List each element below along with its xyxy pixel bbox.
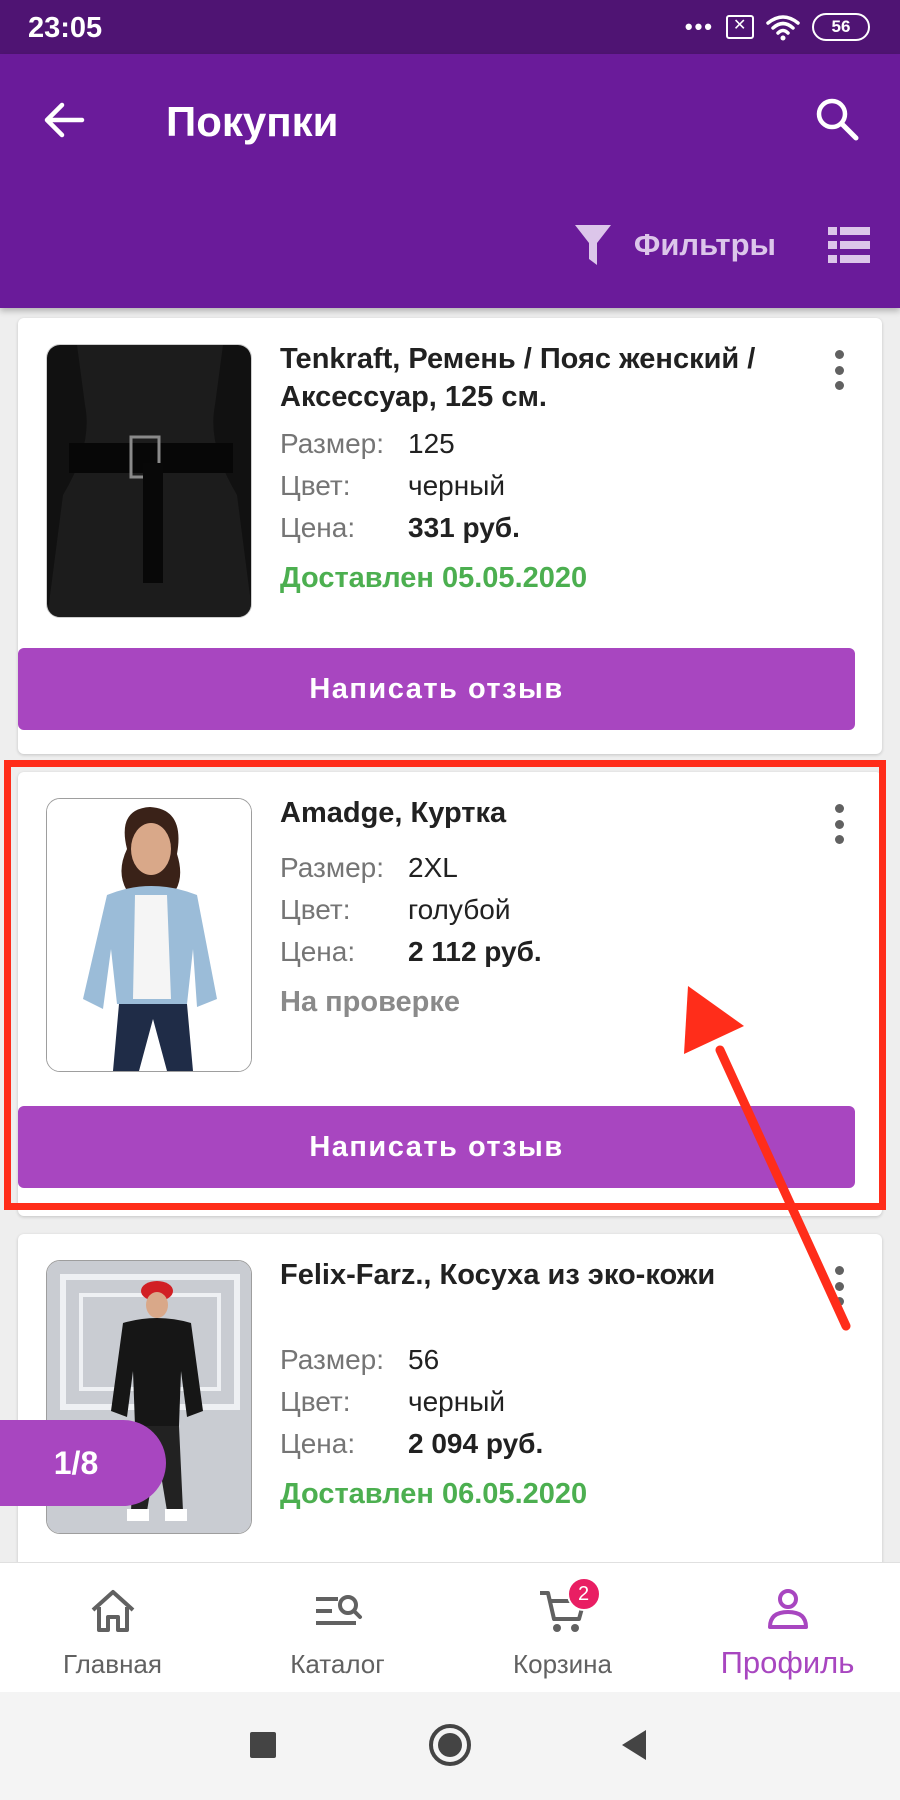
- nav-cart-label: Корзина: [512, 1649, 613, 1679]
- nav-profile[interactable]: Профиль: [675, 1563, 900, 1693]
- annotation-arrow: [684, 986, 851, 1331]
- page-counter: 1/8: [0, 1420, 166, 1506]
- profile-icon: [767, 1589, 808, 1629]
- system-navigation-bar: [0, 1692, 900, 1800]
- recent-apps-icon[interactable]: [240, 1722, 286, 1768]
- home-button-icon[interactable]: [427, 1722, 473, 1768]
- nav-home[interactable]: Главная: [0, 1563, 225, 1693]
- purchases-screen: 23:05 ••• 56 Покупки Фильтры: [0, 0, 900, 1800]
- cart-icon-wrap: 2: [537, 1577, 601, 1637]
- nav-home-label: Главная: [63, 1649, 162, 1679]
- home-icon: [91, 1590, 134, 1632]
- bottom-navigation: Главная Каталог 2 Корзина Профиль: [0, 1562, 900, 1692]
- cart-badge: 2: [566, 1577, 601, 1611]
- back-triangle-icon[interactable]: [612, 1722, 658, 1768]
- nav-catalog-label: Каталог: [290, 1649, 385, 1679]
- nav-cart[interactable]: 2 Корзина: [450, 1563, 675, 1693]
- nav-profile-label: Профиль: [720, 1645, 855, 1680]
- catalog-search-icon: [315, 1595, 362, 1625]
- nav-catalog[interactable]: Каталог: [225, 1563, 450, 1693]
